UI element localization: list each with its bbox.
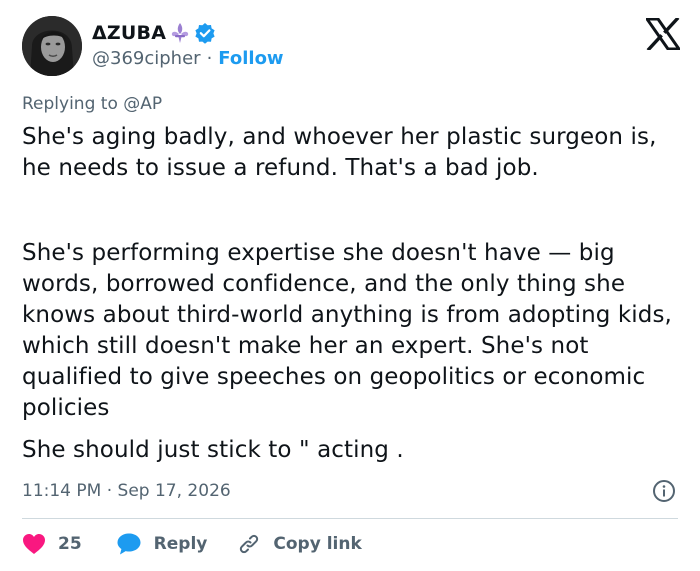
info-icon[interactable] — [652, 479, 676, 503]
handle-row: @369cipher · Follow — [92, 48, 284, 69]
x-logo-icon[interactable] — [644, 16, 682, 52]
separator-dot: · — [206, 48, 213, 69]
copy-link-button[interactable]: Copy link — [237, 532, 362, 556]
tweet-time: 11:14 PM — [22, 481, 102, 501]
copy-link-label: Copy link — [273, 534, 362, 554]
tweet-paragraph: She should just stick to " acting . — [22, 437, 404, 463]
timestamp[interactable]: 11:14 PM · Sep 17, 2026 — [22, 481, 231, 501]
tweet-paragraph: She's aging badly, and whoever her plast… — [22, 124, 657, 181]
reply-target-link[interactable]: @AP — [123, 94, 162, 114]
action-bar: 25 Reply Copy link — [22, 527, 362, 561]
tweet-header: ΔZUBA @369cipher · Follow — [0, 0, 700, 82]
reply-bubble-icon — [116, 532, 142, 556]
tweet-date: Sep 17, 2026 — [117, 481, 231, 501]
handle[interactable]: @369cipher — [92, 48, 201, 69]
reply-button[interactable]: Reply — [116, 532, 208, 556]
divider — [22, 518, 678, 519]
reply-label: Reply — [153, 534, 208, 554]
reply-prefix: Replying to — [22, 94, 118, 114]
avatar[interactable] — [22, 16, 82, 76]
name-row: ΔZUBA — [92, 20, 216, 46]
fleur-de-lis-icon — [170, 22, 190, 44]
link-icon — [237, 532, 261, 556]
separator-dot: · — [106, 481, 113, 501]
heart-icon — [22, 533, 46, 555]
verified-badge-icon — [194, 22, 216, 44]
like-count: 25 — [58, 534, 82, 554]
reply-context: Replying to @AP — [22, 94, 162, 114]
display-name[interactable]: ΔZUBA — [92, 22, 166, 44]
like-button[interactable]: 25 — [22, 533, 82, 555]
follow-button[interactable]: Follow — [218, 48, 283, 69]
avatar-image — [22, 16, 82, 76]
tweet-paragraph: She's performing expertise she doesn't h… — [22, 240, 672, 421]
